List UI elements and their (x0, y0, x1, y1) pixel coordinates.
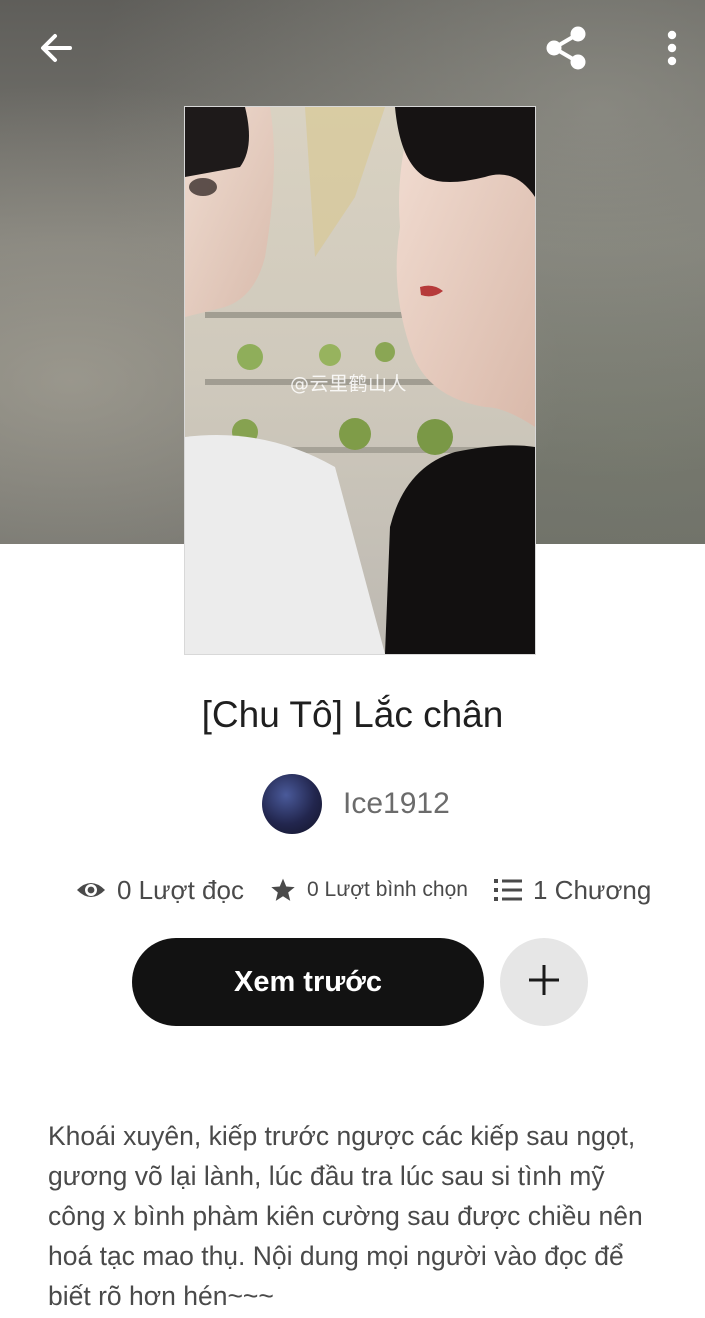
cover-watermark: @云里鹤山人 (290, 373, 408, 395)
share-icon (540, 22, 592, 79)
list-icon (494, 878, 522, 902)
votes-stat: 0 Lượt bình chọn (270, 866, 468, 914)
reads-count: 0 Lượt đọc (117, 874, 244, 905)
more-options-button[interactable] (644, 22, 700, 78)
read-preview-button[interactable]: Xem trước (132, 938, 484, 1026)
add-to-library-button[interactable] (500, 938, 588, 1026)
chapters-stat: 1 Chương (494, 866, 651, 914)
author-link[interactable]: Ice1912 (262, 774, 450, 834)
eye-icon (76, 879, 106, 901)
share-button[interactable] (538, 22, 594, 78)
author-name[interactable]: Ice1912 (343, 787, 450, 821)
arrow-left-icon (36, 28, 76, 73)
chapters-count: 1 Chương (533, 874, 652, 905)
plus-icon (527, 963, 561, 1002)
story-stats: 0 Lượt đọc 0 Lượt bình chọn 1 Chương (0, 866, 705, 914)
votes-count: 0 Lượt bình chọn (307, 878, 468, 901)
more-vertical-icon (662, 28, 682, 73)
story-cover-image[interactable]: @云里鹤山人 (184, 106, 536, 655)
author-avatar[interactable] (262, 774, 322, 834)
story-title: [Chu Tô] Lắc chân (201, 694, 504, 735)
reads-stat: 0 Lượt đọc (76, 866, 244, 914)
story-description: Khoái xuyên, kiếp trước ngược các kiếp s… (48, 1121, 643, 1311)
back-button[interactable] (28, 22, 84, 78)
star-icon (270, 877, 296, 903)
